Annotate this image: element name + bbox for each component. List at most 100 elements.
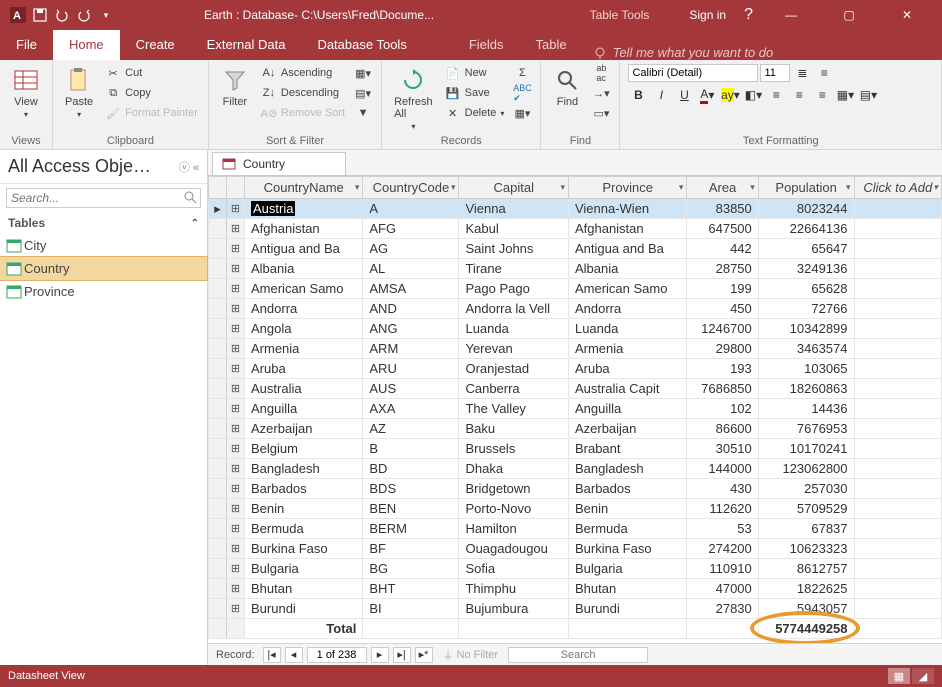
row-selector[interactable]: [209, 319, 227, 339]
totals-row[interactable]: Total5774449258: [209, 619, 942, 639]
tab-table[interactable]: Table: [520, 30, 583, 60]
table-row[interactable]: ⊞AnguillaAXAThe ValleyAnguilla10214436: [209, 399, 942, 419]
table-row[interactable]: ⊞BermudaBERMHamiltonBermuda5367837: [209, 519, 942, 539]
table-row[interactable]: ⊞BulgariaBGSofiaBulgaria1109108612757: [209, 559, 942, 579]
expand-button[interactable]: ⊞: [227, 439, 245, 459]
font-size-input[interactable]: [760, 64, 790, 82]
tell-me-box[interactable]: Tell me what you want to do: [583, 45, 774, 60]
new-record-nav-button[interactable]: ▸*: [415, 647, 433, 663]
expand-button[interactable]: ⊞: [227, 379, 245, 399]
redo-icon[interactable]: [76, 7, 92, 23]
column-dropdown-icon[interactable]: ▾: [750, 182, 755, 193]
table-row[interactable]: ⊞AngolaANGLuandaLuanda124670010342899: [209, 319, 942, 339]
row-selector[interactable]: [209, 519, 227, 539]
undo-icon[interactable]: [54, 7, 70, 23]
table-row[interactable]: ⊞AlbaniaALTiraneAlbania287503249136: [209, 259, 942, 279]
tab-fields[interactable]: Fields: [453, 30, 520, 60]
column-header[interactable]: Area▾: [687, 177, 758, 199]
table-row[interactable]: ⊞BangladeshBDDhakaBangladesh144000123062…: [209, 459, 942, 479]
bullets-button[interactable]: ≣: [792, 64, 812, 82]
descending-button[interactable]: Z↓Descending: [259, 84, 347, 102]
row-selector[interactable]: [209, 419, 227, 439]
column-header[interactable]: CountryName▾: [245, 177, 363, 199]
first-record-button[interactable]: |◂: [263, 647, 281, 663]
table-row[interactable]: ⊞AustraliaAUSCanberraAustralia Capit7686…: [209, 379, 942, 399]
more-records-button[interactable]: ▦▾: [512, 104, 532, 122]
column-header[interactable]: Capital▾: [459, 177, 569, 199]
datasheet-search-input[interactable]: [508, 647, 648, 663]
tab-file[interactable]: File: [0, 30, 53, 60]
filter-button[interactable]: Filter: [217, 64, 253, 110]
replace-button[interactable]: abac: [591, 64, 611, 82]
table-row[interactable]: ⊞BhutanBHTThimphuBhutan470001822625: [209, 579, 942, 599]
spelling-button[interactable]: ABC✔: [512, 84, 532, 102]
nav-search-input[interactable]: [6, 188, 201, 208]
table-row[interactable]: ⊞BelgiumBBrusselsBrabant3051010170241: [209, 439, 942, 459]
column-dropdown-icon[interactable]: ▾: [846, 182, 851, 193]
sign-in-link[interactable]: Sign in: [689, 8, 726, 22]
expand-button[interactable]: ⊞: [227, 299, 245, 319]
expand-button[interactable]: ⊞: [227, 479, 245, 499]
alt-row-color-button[interactable]: ▤▾: [858, 86, 878, 104]
table-row[interactable]: ⊞BarbadosBDSBridgetownBarbados430257030: [209, 479, 942, 499]
delete-record-button[interactable]: ✕Delete ▾: [443, 104, 507, 122]
expand-button[interactable]: ⊞: [227, 259, 245, 279]
expand-button[interactable]: ⊞: [227, 319, 245, 339]
expand-button[interactable]: ⊞: [227, 359, 245, 379]
select-button[interactable]: ▭▾: [591, 104, 611, 122]
expand-button[interactable]: ⊞: [227, 599, 245, 619]
copy-button[interactable]: ⧉Copy: [103, 84, 200, 102]
nav-collapse-icon[interactable]: ⓥ «: [179, 159, 199, 175]
expand-button[interactable]: ⊞: [227, 419, 245, 439]
expand-button[interactable]: ⊞: [227, 279, 245, 299]
row-selector[interactable]: [209, 379, 227, 399]
tab-create[interactable]: Create: [120, 30, 191, 60]
numbering-button[interactable]: ≡: [814, 64, 834, 82]
last-record-button[interactable]: ▸|: [393, 647, 411, 663]
nav-item-country[interactable]: Country: [0, 257, 207, 280]
save-icon[interactable]: [32, 7, 48, 23]
column-header[interactable]: CountryCode▾: [363, 177, 459, 199]
font-name-input[interactable]: [628, 64, 758, 82]
table-row[interactable]: ⊞American SamoAMSAPago PagoAmerican Samo…: [209, 279, 942, 299]
table-row[interactable]: ⊞ArmeniaARMYerevanArmenia298003463574: [209, 339, 942, 359]
view-button[interactable]: View▾: [8, 64, 44, 121]
table-row[interactable]: ⊞Antigua and BaAGSaint JohnsAntigua and …: [209, 239, 942, 259]
expand-button[interactable]: ⊞: [227, 559, 245, 579]
tab-external-data[interactable]: External Data: [191, 30, 302, 60]
column-header[interactable]: Population▾: [758, 177, 854, 199]
row-selector[interactable]: [209, 439, 227, 459]
table-row[interactable]: ▸⊞AustriaAViennaVienna-Wien838508023244: [209, 199, 942, 219]
expand-button[interactable]: ⊞: [227, 339, 245, 359]
totals-button[interactable]: Σ: [512, 64, 532, 82]
column-dropdown-icon[interactable]: ▾: [933, 182, 938, 193]
row-selector[interactable]: [209, 499, 227, 519]
refresh-all-button[interactable]: Refresh All▾: [390, 64, 437, 133]
row-selector[interactable]: [209, 479, 227, 499]
expand-button[interactable]: ⊞: [227, 219, 245, 239]
filter-indicator[interactable]: ⏚No Filter: [437, 647, 505, 663]
column-dropdown-icon[interactable]: ▾: [679, 182, 684, 193]
paste-button[interactable]: Paste▾: [61, 64, 97, 121]
save-record-button[interactable]: 💾Save: [443, 84, 507, 102]
expand-button[interactable]: ⊞: [227, 399, 245, 419]
next-record-button[interactable]: ▸: [371, 647, 389, 663]
tab-home[interactable]: Home: [53, 30, 120, 60]
font-color-button[interactable]: A▾: [697, 86, 717, 104]
column-dropdown-icon[interactable]: ▾: [560, 182, 565, 193]
advanced-filter-button[interactable]: ▤▾: [353, 84, 373, 102]
row-selector[interactable]: ▸: [209, 199, 227, 219]
row-selector[interactable]: [209, 259, 227, 279]
search-icon[interactable]: [183, 190, 197, 204]
minimize-button[interactable]: —: [771, 0, 811, 30]
expand-button[interactable]: ⊞: [227, 539, 245, 559]
table-row[interactable]: ⊞Burkina FasoBFOuagadougouBurkina Faso27…: [209, 539, 942, 559]
expand-button[interactable]: ⊞: [227, 199, 245, 219]
fill-color-button[interactable]: ◧▾: [743, 86, 763, 104]
expand-button[interactable]: ⊞: [227, 499, 245, 519]
nav-title[interactable]: All Access Obje…: [8, 156, 151, 177]
cut-button[interactable]: ✂Cut: [103, 64, 200, 82]
table-row[interactable]: ⊞ArubaARUOranjestadAruba193103065: [209, 359, 942, 379]
expand-button[interactable]: ⊞: [227, 579, 245, 599]
prev-record-button[interactable]: ◂: [285, 647, 303, 663]
